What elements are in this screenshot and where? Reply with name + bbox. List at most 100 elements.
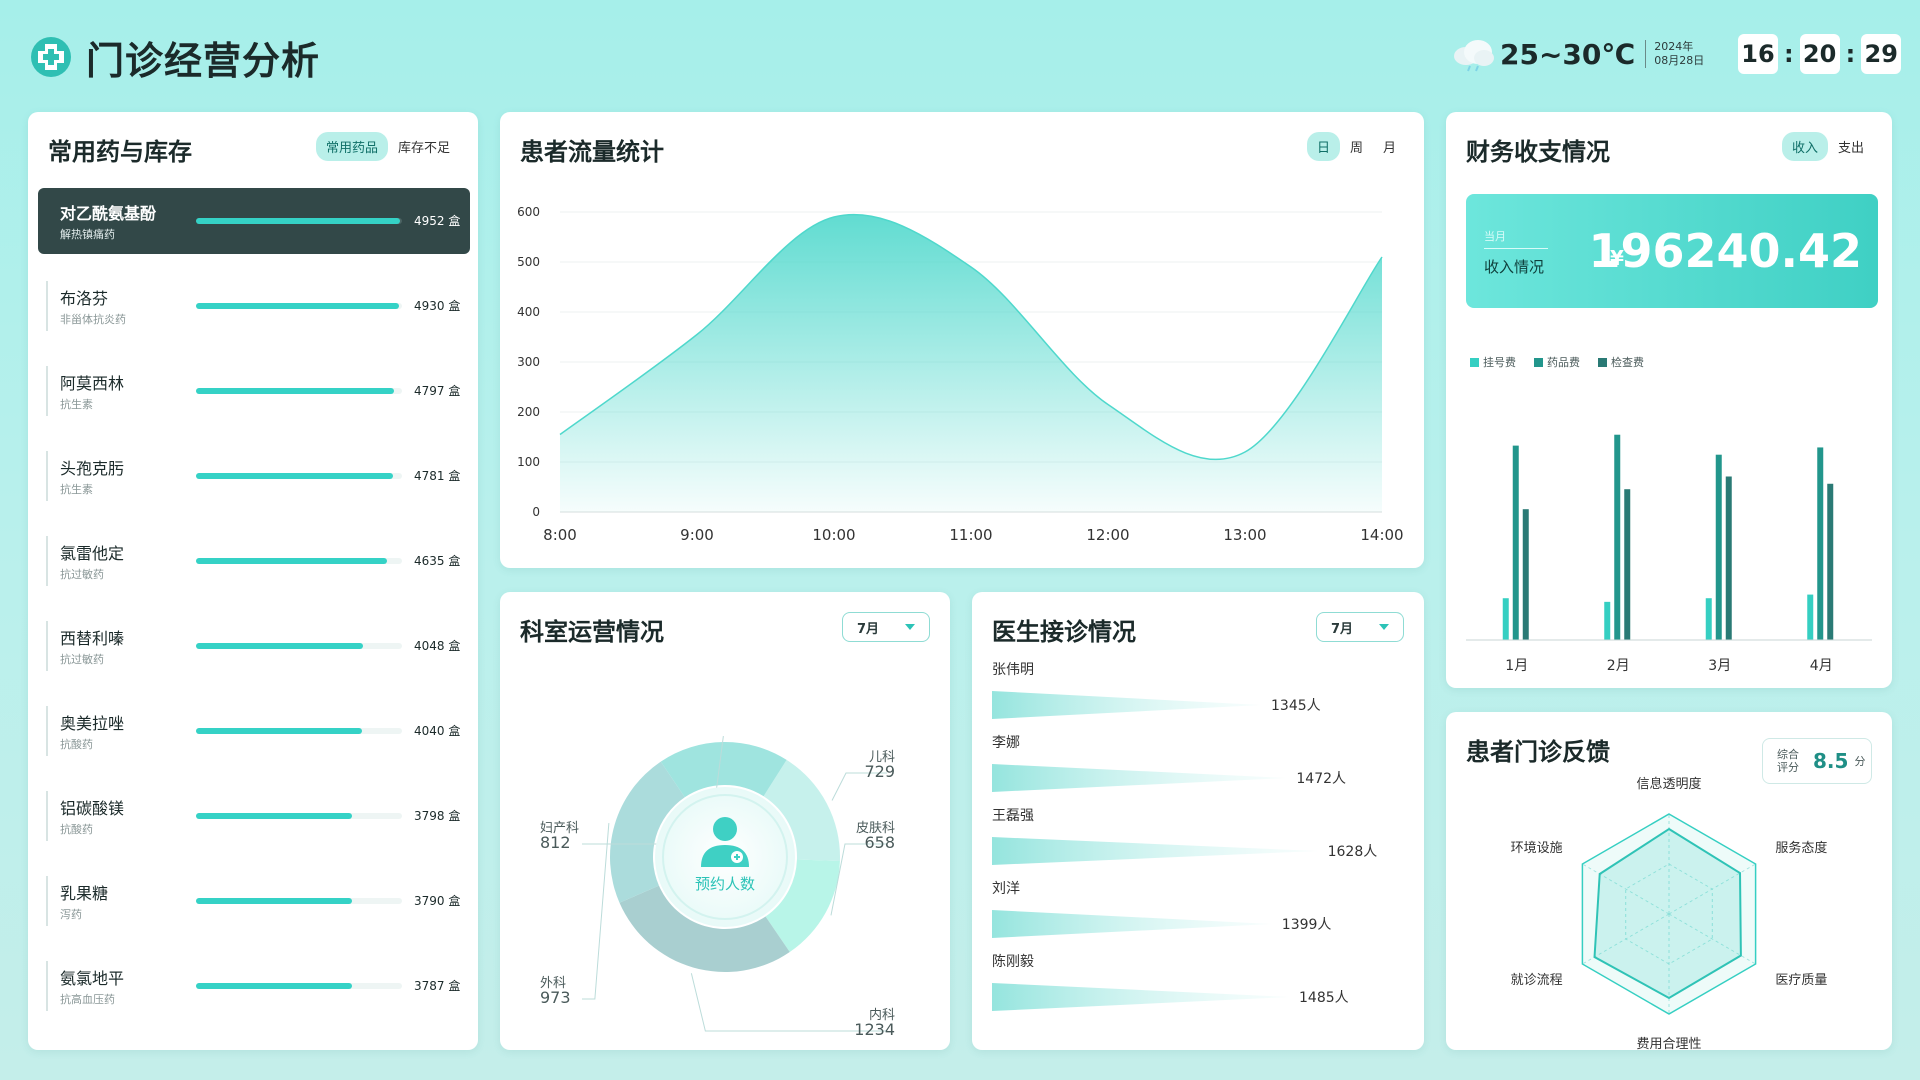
weather-widget: 25~30℃ 2024年 08月28日 [1450,34,1704,74]
finance-bar [1725,476,1732,640]
score-unit: 分 [1854,755,1866,768]
stock-bar-fill [196,983,353,989]
slice-value: 658 [864,833,895,852]
finance-bar [1512,445,1519,640]
medicine-name: 氨氯地平 [60,969,125,988]
tab-low-stock[interactable]: 库存不足 [388,132,460,161]
x-tick-label: 2月 [1607,658,1630,674]
medicine-row[interactable]: 阿莫西林 抗生素 4797 盒 [38,358,470,424]
doctors-month-select[interactable]: 7月 [1316,612,1404,642]
y-tick-label: 300 [517,355,540,369]
row-divider [46,706,48,756]
legend-item: 挂号费 [1470,354,1516,370]
stock-bar-fill [196,218,401,224]
finance-bar [1715,454,1722,640]
stock-bar-track [196,218,402,224]
medicine-category: 解热镇痛药 [60,228,115,241]
y-tick-label: 400 [517,305,540,319]
stock-bar-fill [196,473,393,479]
legend-swatch [1534,357,1543,367]
tab-income[interactable]: 收入 [1781,132,1828,161]
medicine-title: 常用药与库存 [48,138,192,166]
finance-tabs: 收入 支出 [1781,132,1874,161]
medicine-row[interactable]: 西替利嗪 抗过敏药 4048 盒 [38,613,470,679]
doctor-bar [992,691,1261,719]
row-divider [46,536,48,586]
date-display: 2024年 08月28日 [1645,40,1704,68]
row-divider [46,961,48,1011]
tab-expense[interactable]: 支出 [1828,132,1874,161]
y-tick-label: 500 [517,255,540,269]
medicine-row[interactable]: 对乙酰氨基酚 解热镇痛药 4952 盒 [38,188,470,254]
tab-day[interactable]: 日 [1306,132,1340,161]
doctor-count: 1628人 [1328,844,1378,860]
medicine-row[interactable]: 奥美拉唑 抗酸药 4040 盒 [38,698,470,764]
medicine-row[interactable]: 氯雷他定 抗过敏药 4635 盒 [38,528,470,594]
stock-bar-track [196,983,402,989]
radar-axis-label: 医疗质量 [1775,973,1827,988]
legend-label: 检查费 [1611,356,1644,369]
stock-count: 3798 盒 [414,809,461,823]
stock-bar-fill [196,898,353,904]
department-month-select[interactable]: 7月 [842,612,930,642]
tab-month[interactable]: 月 [1373,132,1406,161]
finance-bar [1522,509,1529,640]
finance-bar [1614,434,1621,640]
medicine-row[interactable]: 氨氯地平 抗高血压药 3787 盒 [38,953,470,1019]
month-value: 7月 [1331,621,1354,637]
chevron-down-icon [1379,624,1389,630]
stock-bar-fill [196,558,387,564]
medicine-row[interactable]: 布洛芬 非甾体抗炎药 4930 盒 [38,273,470,339]
doctor-bar [992,764,1287,792]
y-tick-label: 100 [517,455,540,469]
y-tick-label: 200 [517,405,540,419]
stock-bar-track [196,558,402,564]
x-tick-label: 8:00 [543,526,577,544]
stock-count: 4930 盒 [414,299,461,313]
medicine-row[interactable]: 乳果糖 泻药 3790 盒 [38,868,470,934]
finance-bar [1807,594,1814,640]
doctor-name: 张伟明 [992,662,1034,678]
tab-week[interactable]: 周 [1340,132,1373,161]
finance-legend: 挂号费 药品费 检查费 [1470,354,1662,370]
chevron-down-icon [905,624,915,630]
medicine-name: 奥美拉唑 [60,714,125,733]
legend-item: 药品费 [1534,354,1580,370]
radar-axis-label: 费用合理性 [1636,1037,1701,1050]
stock-count: 4797 盒 [414,384,461,398]
legend-label: 药品费 [1547,356,1580,369]
slice-value: 729 [864,762,895,781]
doctor-bar [992,837,1318,865]
legend-swatch [1470,357,1479,367]
clock-separator: : [1784,40,1794,68]
x-tick-label: 9:00 [680,526,714,544]
finance-bar [1624,489,1631,640]
doctor-count: 1345人 [1271,698,1321,714]
medicine-row[interactable]: 铝碳酸镁 抗酸药 3798 盒 [38,783,470,849]
x-tick-label: 12:00 [1086,526,1129,544]
medicine-row[interactable]: 头孢克肟 抗生素 4781 盒 [38,443,470,509]
score-label: 综合评分 [1777,748,1799,774]
legend-swatch [1598,357,1607,367]
stock-count: 3790 盒 [414,894,461,908]
row-divider [46,366,48,416]
row-divider [46,791,48,841]
tab-common-medicine[interactable]: 常用药品 [315,132,388,161]
stock-bar-fill [196,388,394,394]
medicine-name: 乳果糖 [60,884,109,903]
center-label: 预约人数 [695,875,755,893]
row-divider [46,281,48,331]
month-value: 7月 [857,621,880,637]
radar-axis-label: 就诊流程 [1511,973,1563,988]
stock-bar-fill [196,303,400,309]
feedback-panel: 患者门诊反馈 综合评分 8.5 分 信息透明度 服务态度 医疗质量 费用合理性 就诊流程… [1446,712,1892,1050]
medicine-category: 抗过敏药 [60,568,104,581]
income-value: 196240.42 [1588,224,1862,278]
x-tick-label: 1月 [1505,658,1528,674]
stock-count: 3787 盒 [414,979,461,993]
radar-axis-label: 环境设施 [1511,841,1563,856]
app-title: 门诊经营分析 [86,39,321,83]
medicine-category: 抗过敏药 [60,653,104,666]
doctor-bar [992,983,1289,1011]
doctors-panel: 医生接诊情况 7月 张伟明 1345人 李娜 1472人 王磊强 1628人 刘洋 1399人… [972,592,1424,1050]
